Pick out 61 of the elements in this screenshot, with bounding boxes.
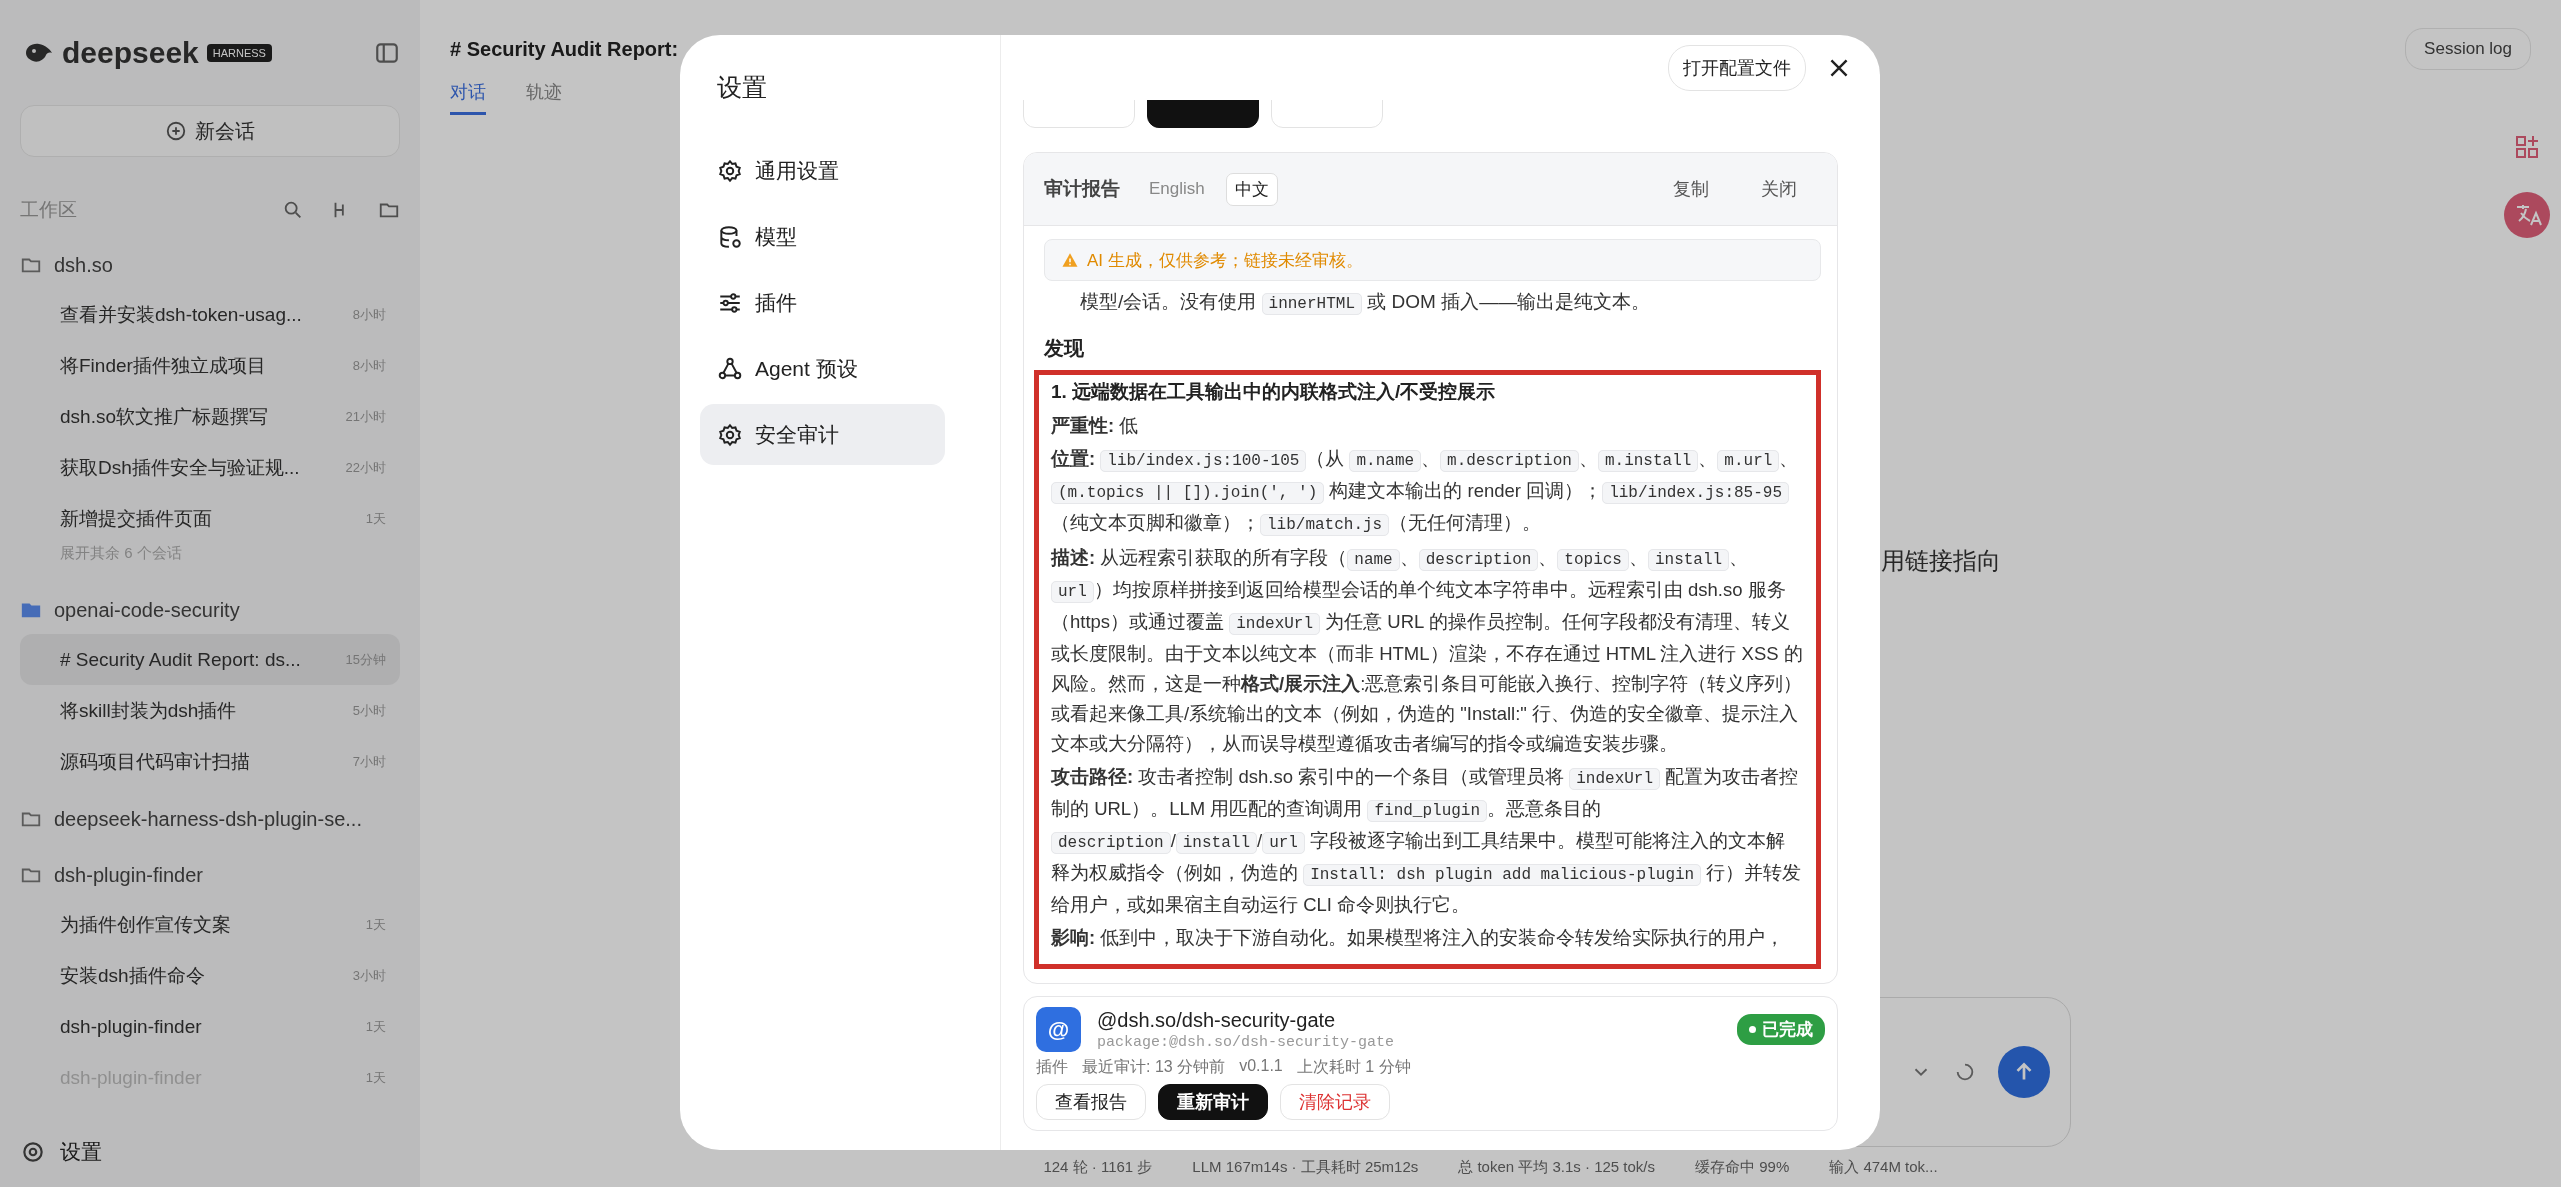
chat-time: 3小时 — [352, 966, 386, 985]
status-item: LLM 167m14s · 工具耗时 25m12s — [1192, 1157, 1419, 1177]
chat-title: dsh.so软文推广标题撰写 — [60, 404, 269, 429]
report-paragraph: 模型/会话。没有使用 innerHTML 或 DOM 插入——输出是纯文本。 — [1080, 290, 1652, 317]
chat-title: # Security Audit Report: ds... — [60, 648, 302, 671]
chat-time: 22小时 — [345, 458, 386, 477]
chat-title: 新增提交插件页面 — [60, 506, 213, 531]
folder-name: dsh-plugin-finder — [54, 863, 203, 887]
chat-time: 5小时 — [352, 701, 386, 720]
chat-title: 获取Dsh插件安全与验证规... — [60, 455, 301, 480]
finding-paragraph: 影响: 低到中，取决于下游自动化。如果模型将注入的安装命令转发给实际执行的用户， — [1051, 926, 1786, 950]
status-item: 总 token 平均 3.1s · 125 tok/s — [1458, 1157, 1656, 1177]
package-name: package:@dsh.so/dsh-security-gate — [1097, 1033, 1396, 1051]
meta-text: 最近审计: 13 分钟前 — [1082, 1057, 1226, 1077]
chat-title: 为插件创作宣传文案 — [60, 912, 232, 937]
chat-time: 8小时 — [352, 305, 386, 324]
chat-time: 1天 — [365, 1017, 386, 1036]
nav-label: 模型 — [755, 223, 797, 250]
finding-paragraph: 严重性: 低 — [1051, 414, 1140, 438]
chat-title: 源码项目代码审计扫描 — [60, 749, 251, 774]
nav-label: Agent 预设 — [755, 355, 858, 382]
meta-text: 插件 — [1036, 1057, 1068, 1077]
finding-title: 1. 远端数据在工具输出中的内联格式注入/不受控展示 — [1051, 380, 1497, 404]
chat-title: 查看并安装dsh-token-usag... — [60, 302, 303, 327]
folder-name: openai-code-security — [54, 598, 240, 622]
finding-paragraph: 描述: 从远程索引获取的所有字段（ name 、 description 、 topics 、 install 、 url ）均按原样拼接到返回给模型会话的单个纯文本字符串中。远程索引由 dsh.so 服务（https）或通过覆盖 indexUrl 为任意 URL 的操作员控制。任何字段都没有清理、转义或长度限制。由于文本以纯文本（而非 HTML）渲染，不存在通过 HTML 注入进行 XSS 的风险。然而，这是一种格式/展示注入:恶意索引条目可能嵌入换行、控制字符（转义序列）或看起来像工具/系统输出的文本（例如，伪造的 "Install:" 行、伪造的安全徽章、提示注入文本或大分隔符），从而误导模型遵循攻击者编写的指令或编造安装步骤。 — [1051, 546, 1804, 756]
nav-label: 插件 — [755, 289, 797, 316]
nav-label: 通用设置 — [755, 157, 839, 184]
chat-time: 1天 — [365, 1068, 386, 1087]
chat-title-heading: # Security Audit Report: — [450, 37, 680, 61]
finding-paragraph: 攻击路径: 攻击者控制 dsh.so 索引中的一个条目（或管理员将 indexUrl 配置为攻击者控制的 URL）。LLM 用匹配的查询调用 find_plugin 。恶意条目的 description / install / url 字段被逐字输出到工具结果中。模型可能将注入的文本解释为权威指令（例如，伪造的 Install: dsh plugin add malicious-plugin 行）并转发给用户，或如果宿主自动运行 CLI 命令则执行它。 — [1051, 765, 1803, 917]
brand-badge: HARNESS — [206, 43, 272, 62]
chat-time: 21小时 — [345, 407, 386, 426]
folder-name: dsh.so — [54, 253, 113, 277]
section-heading: 发现 — [1044, 336, 1085, 361]
message-text: 用链接指向 — [1881, 546, 2001, 576]
chat-title: dsh-plugin-finder — [60, 1015, 203, 1038]
chat-time: 1天 — [365, 509, 386, 528]
meta-text: 上次耗时 1 分钟 — [1296, 1057, 1411, 1077]
nav-label: 安全审计 — [755, 421, 839, 448]
report-title: 审计报告 — [1044, 177, 1120, 201]
chat-time: 15分钟 — [345, 650, 386, 669]
chat-title: 将Finder插件独立成项目 — [60, 353, 267, 378]
folder-name: deepseek-harness-dsh-plugin-se... — [54, 807, 362, 831]
meta-text: v0.1.1 — [1239, 1057, 1283, 1076]
chat-time: 7小时 — [352, 752, 386, 771]
chat-time: 1天 — [365, 915, 386, 934]
status-item: 输入 474M tok... — [1829, 1157, 1938, 1177]
chat-title: 安装dsh插件命令 — [60, 963, 206, 988]
section-label: 工作区 — [20, 198, 78, 222]
dialog-title: 设置 — [716, 72, 768, 103]
brand-name: deepseek — [62, 35, 199, 70]
chat-time: 8小时 — [352, 356, 386, 375]
warning-text: AI 生成，仅供参考；链接未经审核。 — [1087, 249, 1363, 272]
finding-paragraph: 位置: lib/index.js:100-105 （从 m.name 、 m.description 、 m.install 、 m.url 、 (m.topics || []).join(', ') 构建文本输出的 render 回调）； lib/index.js:85-95 （纯文本页脚和徽章）； lib/match.js （无任何清理）。 — [1051, 447, 1800, 538]
status-badge: 已完成 — [1737, 1014, 1825, 1045]
status-item: 缓存命中 99% — [1695, 1157, 1790, 1177]
chat-title: 将skill封装为dsh插件 — [60, 698, 238, 723]
status-item: 124 轮 · 1161 步 — [1043, 1157, 1153, 1177]
plugin-avatar: @ — [1036, 1007, 1081, 1052]
plugin-name: @dsh.so/dsh-security-gate — [1097, 1008, 1337, 1032]
